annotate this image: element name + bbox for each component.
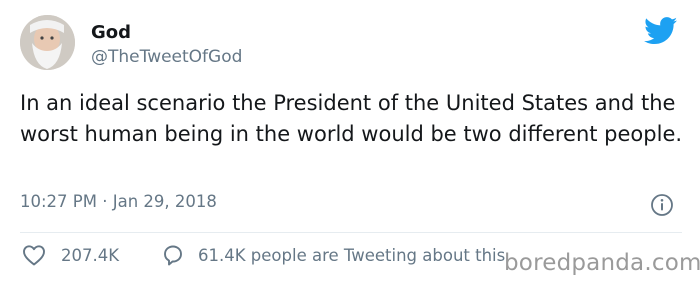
tweet-text: In an ideal scenario the President of th…: [20, 91, 683, 146]
tweet-card: God @TheTweetOfGod In an ideal scenario …: [0, 0, 700, 284]
tweeting-about-link[interactable]: 61.4K people are Tweeting about this: [198, 246, 505, 265]
author-name[interactable]: God: [91, 22, 131, 43]
avatar-image: [20, 15, 75, 70]
heart-icon[interactable]: [22, 244, 46, 266]
twitter-bird-icon[interactable]: [644, 17, 678, 45]
avatar[interactable]: [20, 15, 75, 70]
like-count[interactable]: 207.4K: [61, 246, 119, 265]
tweet-timestamp[interactable]: 10:27 PM · Jan 29, 2018: [20, 192, 217, 211]
speech-bubble-icon[interactable]: [161, 243, 185, 267]
divider: [20, 232, 682, 233]
author-handle[interactable]: @TheTweetOfGod: [91, 47, 242, 67]
watermark-logo: boredpanda.com: [504, 250, 700, 276]
info-icon[interactable]: [650, 193, 674, 217]
